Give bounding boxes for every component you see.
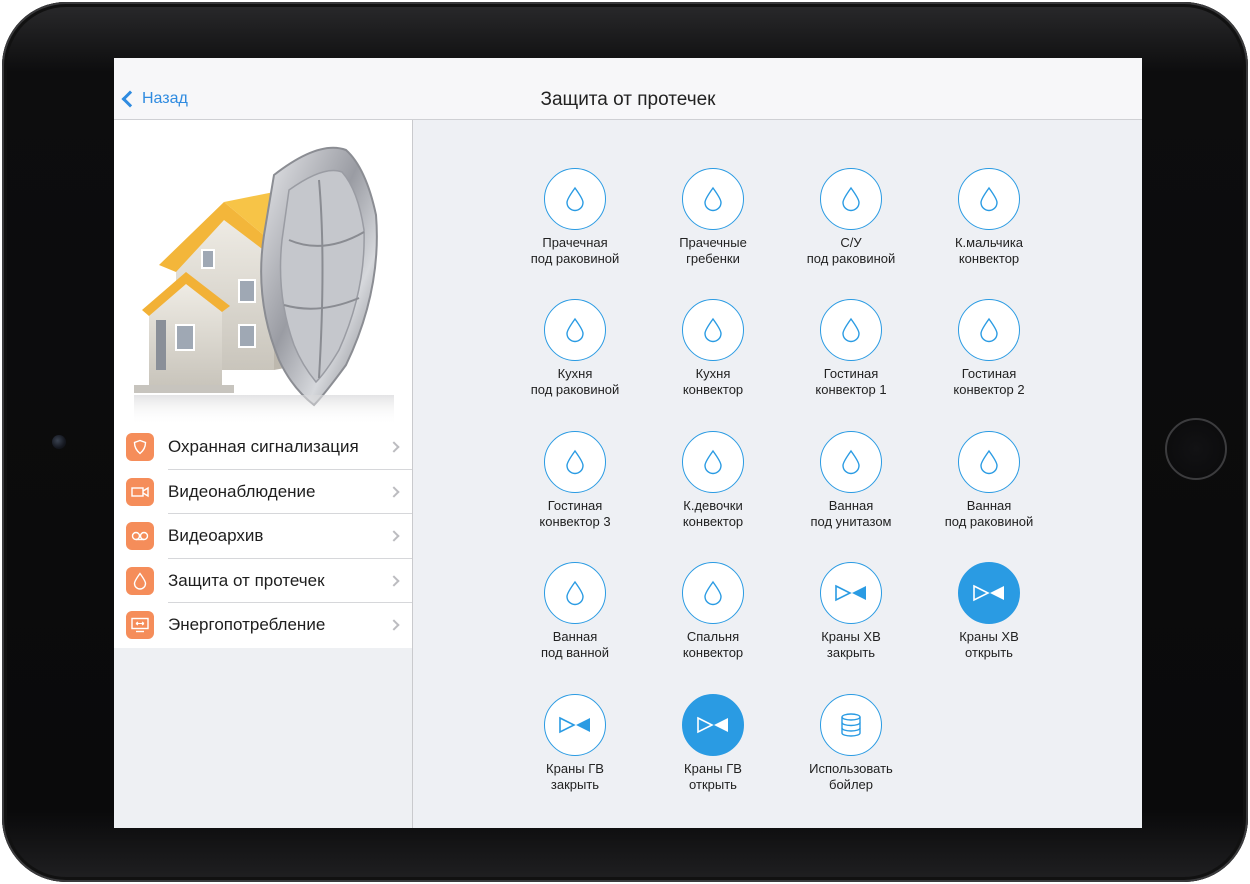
tablet-frame: Назад Защита от протечек Охранная сигнал… (2, 2, 1248, 882)
tile-label: Краны ГВ открыть (684, 761, 742, 792)
sensor-tile[interactable]: Кухня конвектор (648, 299, 778, 409)
valve-tile[interactable]: Краны ГВ открыть (648, 694, 778, 804)
tile-label: Использовать бойлер (809, 761, 893, 792)
sensor-tile[interactable]: Гостиная конвектор 1 (786, 299, 916, 409)
tile-label: С/У под раковиной (806, 235, 896, 266)
sensor-tile[interactable]: Ванная под унитазом (786, 431, 916, 541)
water-drop-icon (544, 168, 606, 230)
sensor-tile[interactable]: Ванная под ванной (510, 562, 640, 672)
water-drop-icon (544, 562, 606, 624)
sidebar-item-energy[interactable]: Энергопотребление (114, 603, 412, 648)
tile-label: Краны ХВ открыть (959, 629, 1019, 660)
water-drop-icon (958, 431, 1020, 493)
tile-label: Кухня конвектор (682, 366, 744, 397)
sensor-tile[interactable]: К.мальчика конвектор (924, 168, 1054, 278)
valve-icon (820, 562, 882, 624)
sensor-tile[interactable]: К.девочки конвектор (648, 431, 778, 541)
database-icon (820, 694, 882, 756)
home-button[interactable] (1165, 418, 1227, 480)
tile-label: К.девочки конвектор (682, 498, 744, 529)
sensor-tile[interactable]: Гостиная конвектор 2 (924, 299, 1054, 409)
shield-icon (126, 433, 154, 461)
sidebar: Охранная сигнализация Видеонаблюдение Ви… (114, 120, 413, 828)
sensor-tile[interactable]: Спальня конвектор (648, 562, 778, 672)
tile-label: Ванная под ванной (540, 629, 610, 660)
navigation-bar: Назад Защита от протечек (114, 58, 1142, 120)
front-camera (52, 435, 66, 449)
water-drop-icon (958, 299, 1020, 361)
water-drop-icon (958, 168, 1020, 230)
sidebar-item-label: Охранная сигнализация (168, 437, 359, 457)
sensor-tile[interactable]: С/У под раковиной (786, 168, 916, 278)
chevron-right-icon (388, 530, 400, 542)
water-drop-icon (682, 299, 744, 361)
tile-label: Ванная под раковиной (944, 498, 1034, 529)
boiler-tile[interactable]: Использовать бойлер (786, 694, 916, 804)
sidebar-item-video-archive[interactable]: Видеоархив (114, 514, 412, 559)
valve-icon (544, 694, 606, 756)
tile-label: К.мальчика конвектор (954, 235, 1024, 266)
water-drop-icon (126, 566, 154, 595)
water-drop-icon (820, 168, 882, 230)
water-drop-icon (682, 431, 744, 493)
tile-label: Спальня конвектор (682, 629, 744, 660)
sidebar-item-label: Энергопотребление (168, 615, 326, 635)
page-title: Защита от протечек (540, 89, 716, 110)
sidebar-item-label: Видеонаблюдение (168, 481, 316, 501)
screen: Назад Защита от протечек Охранная сигнал… (114, 58, 1142, 828)
chevron-right-icon (388, 619, 400, 631)
tile-label: Гостиная конвектор 3 (539, 498, 611, 529)
sidebar-item-leak-protection[interactable]: Защита от протечек (114, 559, 412, 604)
video-camera-icon (126, 477, 154, 506)
valve-tile[interactable]: Краны ГВ закрыть (510, 694, 640, 804)
sidebar-item-video-surveillance[interactable]: Видеонаблюдение (114, 470, 412, 515)
tile-label: Гостиная конвектор 2 (953, 366, 1025, 397)
house-shield-illustration (114, 120, 412, 425)
sensor-tile[interactable]: Гостиная конвектор 3 (510, 431, 640, 541)
sidebar-item-label: Видеоархив (168, 526, 264, 546)
sensor-tile[interactable]: Прачечные гребенки (648, 168, 778, 278)
tile-label: Ванная под унитазом (810, 498, 892, 529)
valve-icon (682, 694, 744, 756)
tile-label: Краны ХВ закрыть (821, 629, 881, 660)
sensor-tile[interactable]: Прачечная под раковиной (510, 168, 640, 278)
sensor-panel: Прачечная под раковиной Прачечные гребенки… (414, 120, 1142, 828)
chevron-right-icon (388, 486, 400, 498)
tile-label: Прачечная под раковиной (530, 235, 620, 266)
water-drop-icon (820, 431, 882, 493)
water-drop-icon (682, 562, 744, 624)
sidebar-item-security-alarm[interactable]: Охранная сигнализация (114, 425, 412, 470)
valve-icon (958, 562, 1020, 624)
tile-label: Гостиная конвектор 1 (815, 366, 887, 397)
valve-tile[interactable]: Краны ХВ закрыть (786, 562, 916, 672)
sensor-tile[interactable]: Ванная под раковиной (924, 431, 1054, 541)
tile-label: Прачечные гребенки (679, 235, 747, 266)
tape-icon (126, 522, 154, 550)
sidebar-item-label: Защита от протечек (168, 570, 325, 590)
water-drop-icon (544, 299, 606, 361)
sensor-grid: Прачечная под раковиной Прачечные гребенки… (414, 120, 1142, 828)
monitor-icon (126, 611, 154, 639)
tile-label: Краны ГВ закрыть (546, 761, 604, 792)
chevron-right-icon (388, 575, 400, 587)
valve-tile[interactable]: Краны ХВ открыть (924, 562, 1054, 672)
section-menu: Охранная сигнализация Видеонаблюдение Ви… (114, 425, 412, 648)
chevron-right-icon (388, 441, 400, 453)
sensor-tile[interactable]: Кухня под раковиной (510, 299, 640, 409)
water-drop-icon (820, 299, 882, 361)
tile-label: Кухня под раковиной (530, 366, 620, 397)
water-drop-icon (682, 168, 744, 230)
water-drop-icon (544, 431, 606, 493)
